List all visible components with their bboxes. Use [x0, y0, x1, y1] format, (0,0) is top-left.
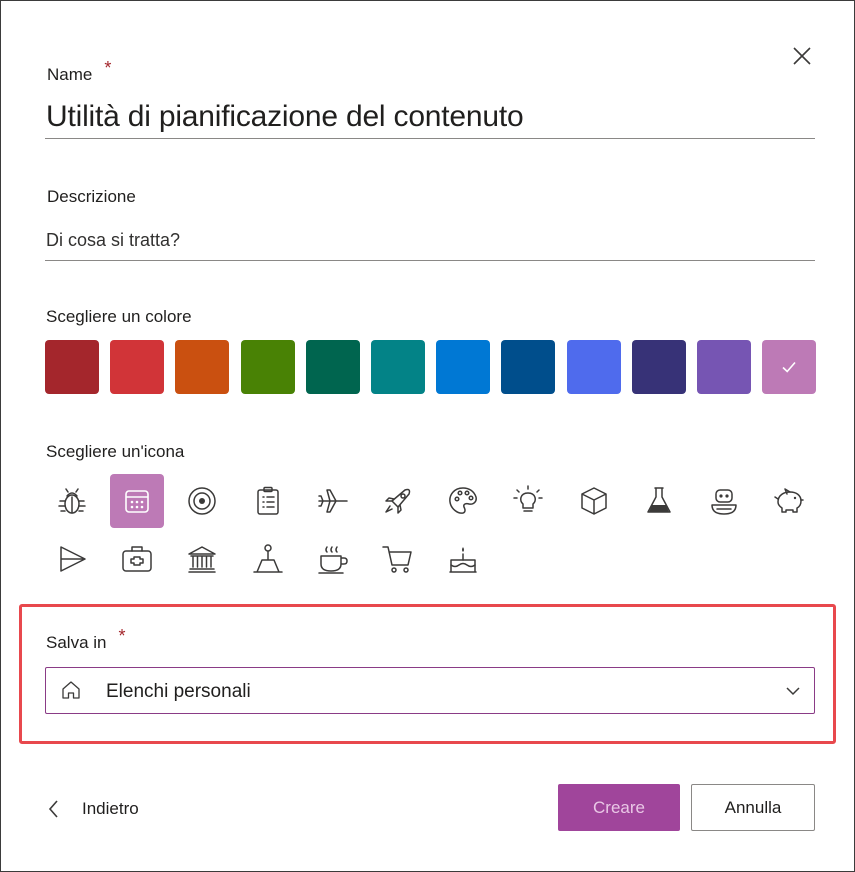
icon-option[interactable] [371, 474, 425, 528]
save-in-label: Salva in [46, 633, 107, 652]
color-swatch[interactable] [45, 340, 99, 394]
icon-picker-label: Scegliere un'icona [46, 442, 185, 461]
color-swatch[interactable] [175, 340, 229, 394]
color-swatch[interactable] [436, 340, 490, 394]
save-location-dropdown[interactable]: Elenchi personali [45, 667, 815, 714]
color-swatch[interactable] [762, 340, 816, 394]
lightbulb-icon [513, 485, 543, 512]
icon-option[interactable] [110, 532, 164, 586]
color-picker-label: Scegliere un colore [46, 307, 192, 326]
bug-icon [58, 488, 86, 514]
icon-option[interactable] [45, 474, 99, 528]
rocket-icon [385, 488, 411, 514]
first-aid-kit-icon [122, 546, 152, 572]
icon-option[interactable] [436, 532, 490, 586]
icon-option[interactable] [175, 532, 229, 586]
description-field-underline [45, 260, 815, 261]
airplane-icon [318, 489, 348, 513]
cancel-button[interactable]: Annulla [691, 784, 815, 831]
icon-option[interactable] [241, 474, 295, 528]
home-icon [62, 681, 80, 699]
icon-option[interactable] [371, 532, 425, 586]
color-swatch[interactable] [241, 340, 295, 394]
save-in-label-row: Salva in * [46, 626, 126, 653]
shopping-cart-icon [382, 546, 412, 573]
coffee-cup-icon [318, 546, 348, 574]
color-swatch[interactable] [110, 340, 164, 394]
icon-option[interactable] [110, 474, 164, 528]
robot-icon [711, 489, 737, 515]
icon-option[interactable] [501, 474, 555, 528]
flask-icon [647, 487, 671, 513]
icon-option[interactable] [306, 532, 360, 586]
icon-option[interactable] [697, 474, 751, 528]
color-swatch[interactable] [697, 340, 751, 394]
color-swatch[interactable] [567, 340, 621, 394]
piggy-bank-icon [774, 488, 804, 513]
icon-option[interactable] [45, 532, 99, 586]
icon-option[interactable] [762, 474, 816, 528]
send-icon [60, 546, 86, 572]
description-field[interactable]: Di cosa si tratta? [46, 230, 180, 251]
chevron-left-icon [48, 800, 58, 818]
calendar-icon [125, 490, 149, 513]
icon-option[interactable] [567, 474, 621, 528]
back-button[interactable]: Indietro [46, 794, 139, 824]
icon-option[interactable] [436, 474, 490, 528]
icon-option-group [45, 474, 825, 584]
target-icon [188, 487, 216, 515]
back-label: Indietro [82, 799, 139, 818]
chevron-down-icon [786, 687, 800, 696]
save-location-value: Elenchi personali [106, 681, 251, 702]
cake-icon [449, 547, 477, 573]
bank-icon [188, 546, 216, 573]
description-label: Descrizione [47, 187, 136, 206]
icon-option[interactable] [175, 474, 229, 528]
name-field-underline [45, 138, 815, 139]
name-label: Name [47, 65, 93, 84]
joystick-icon [253, 544, 283, 573]
cube-icon [581, 487, 607, 515]
color-swatch[interactable] [371, 340, 425, 394]
icon-option[interactable] [306, 474, 360, 528]
save-in-required-mark: * [118, 626, 126, 646]
color-swatch[interactable] [501, 340, 555, 394]
create-button[interactable]: Creare [558, 784, 680, 831]
clipboard-list-icon [257, 486, 279, 515]
name-field[interactable]: Utilità di pianificazione del contenuto [46, 100, 524, 134]
icon-option[interactable] [241, 532, 295, 586]
icon-option[interactable] [632, 474, 686, 528]
name-required-mark: * [104, 58, 112, 78]
palette-icon [449, 487, 477, 514]
color-swatch-group [45, 340, 816, 394]
color-swatch[interactable] [632, 340, 686, 394]
color-swatch[interactable] [306, 340, 360, 394]
close-icon[interactable] [788, 42, 816, 70]
checkmark-icon [782, 361, 796, 373]
name-label-row: Name * [47, 58, 111, 85]
